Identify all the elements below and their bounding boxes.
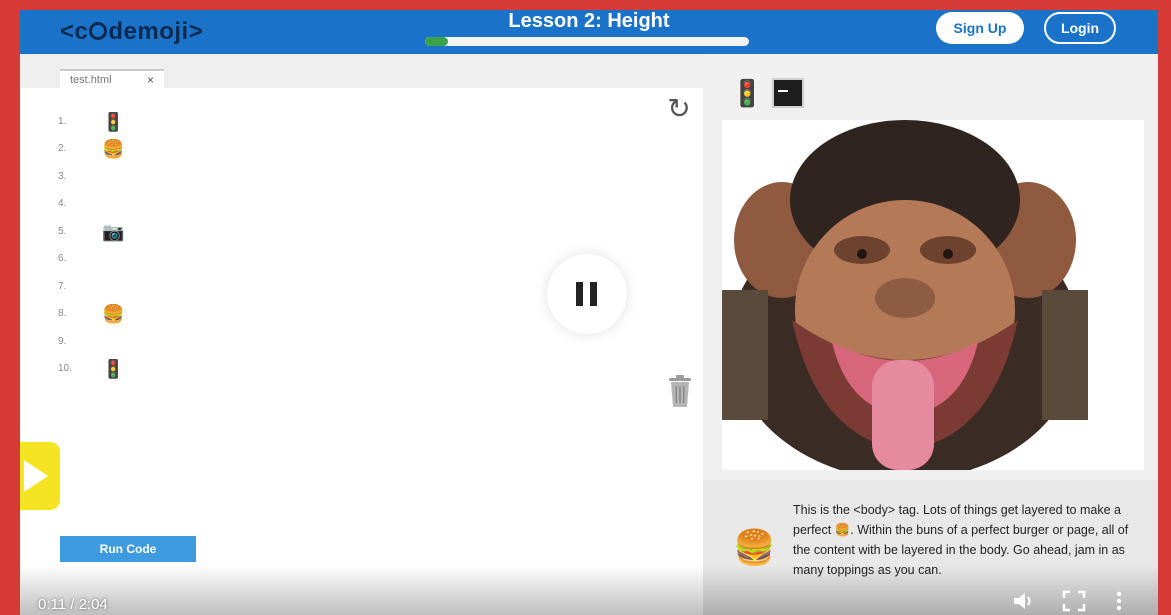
code-line[interactable]: 9. (58, 330, 198, 357)
line-number: 4. (58, 198, 67, 209)
volume-icon[interactable] (1012, 590, 1036, 612)
camera-emoji[interactable]: 📷 (102, 220, 124, 244)
code-line[interactable]: 2. 🍔 (58, 137, 198, 164)
video-controls (20, 565, 1158, 615)
refresh-icon[interactable]: ↻ (664, 94, 694, 124)
line-number: 6. (58, 253, 67, 264)
burger-emoji[interactable]: 🍔 (102, 302, 124, 326)
code-line[interactable]: 1. 🚦 (58, 110, 198, 137)
code-line[interactable]: 3. (58, 165, 198, 192)
pause-icon (576, 282, 583, 306)
code-line[interactable]: 10. 🚦 (58, 357, 198, 384)
sign-up-button[interactable]: Sign Up (936, 12, 1024, 44)
fullscreen-icon[interactable] (1062, 590, 1086, 612)
burger-icon: 🍔 (733, 529, 776, 567)
close-tab-icon[interactable]: × (147, 73, 154, 87)
line-number: 5. (58, 226, 67, 237)
line-number: 3. (58, 171, 67, 182)
code-line[interactable]: 6. (58, 247, 198, 274)
line-number: 2. (58, 143, 67, 154)
code-line[interactable]: 5. 📷 (58, 220, 198, 247)
traffic-light-emoji[interactable]: 🚦 (102, 110, 124, 134)
trash-icon[interactable] (667, 374, 693, 408)
video-timecode: 0:11 / 2:04 (38, 596, 108, 613)
more-vertical-icon[interactable] (1112, 590, 1126, 612)
play-tab[interactable] (20, 442, 60, 510)
line-number: 8. (58, 308, 67, 319)
traffic-light-tool-icon[interactable]: 🚦 (731, 76, 763, 110)
editor-tab-strip: test.html × (20, 54, 703, 89)
line-number: 10. (58, 363, 72, 374)
lesson-progress-bar (425, 37, 749, 46)
lesson-progress-fill (425, 37, 448, 46)
line-number: 9. (58, 336, 67, 347)
line-number: 7. (58, 281, 67, 292)
code-line[interactable]: 7. (58, 275, 198, 302)
terminal-icon[interactable] (772, 78, 804, 108)
file-tab-label: test.html (70, 74, 112, 86)
top-bar: <c demoji> Lesson 2: Height Sign Up Login (20, 10, 1158, 54)
line-number: 1. (58, 116, 67, 127)
traffic-light-emoji[interactable]: 🚦 (102, 357, 124, 381)
pause-button[interactable] (547, 254, 627, 334)
file-tab[interactable]: test.html × (60, 69, 164, 89)
login-button[interactable]: Login (1044, 12, 1116, 44)
code-line[interactable]: 4. (58, 192, 198, 219)
play-icon (24, 460, 48, 492)
lesson-frame: <c demoji> Lesson 2: Height Sign Up Login… (20, 10, 1158, 615)
burger-emoji[interactable]: 🍔 (102, 137, 124, 161)
code-line[interactable]: 8. 🍔 (58, 302, 198, 329)
chimpanzee-image (722, 120, 1088, 470)
run-code-button[interactable]: Run Code (60, 536, 196, 562)
